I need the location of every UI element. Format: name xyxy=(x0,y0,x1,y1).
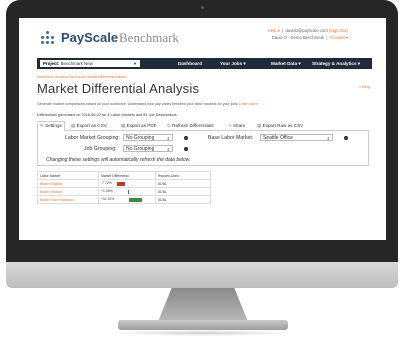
info-icon[interactable]: i xyxy=(184,136,188,140)
chevron-updown-icon: ⇕ xyxy=(166,136,170,141)
nav-dashboard[interactable]: Dashboard xyxy=(178,60,202,67)
pencil-icon: ✎ xyxy=(40,123,44,128)
description-text: Generate market comparisons based on you… xyxy=(37,102,239,106)
differential-bar xyxy=(116,181,126,186)
user-email: davido@payscale.com xyxy=(285,28,328,33)
differential-cell: +1.06% xyxy=(98,187,156,196)
monitor-stand xyxy=(157,288,249,322)
project-value: Benchmark New xyxy=(60,61,93,66)
sign-out-link[interactable]: (Sign Out) xyxy=(329,28,348,33)
job-grouping-select[interactable]: No Grouping ⇕ xyxy=(123,145,173,152)
export-csv-button[interactable]: ▤ Export as CSV xyxy=(71,122,107,130)
chevron-down-icon: ▼ xyxy=(133,61,137,66)
generated-info: Differentials generated on 2016-06-02 fo… xyxy=(37,113,178,117)
job-grouping-value: No Grouping xyxy=(126,146,155,152)
differential-table: Labor Market Market Differential Reports… xyxy=(37,171,211,204)
monitor-base xyxy=(118,320,288,330)
table-row: Branch Atlanta -7.72% 81/81 xyxy=(37,179,211,188)
export-pdf-button[interactable]: ▤ Export as PDF xyxy=(121,122,157,130)
learn-more-link[interactable]: Learn More xyxy=(239,102,257,106)
differential-bar xyxy=(127,189,129,194)
csv-file-icon: ▤ xyxy=(71,123,76,128)
page-title: Market Differential Analysis xyxy=(37,81,200,96)
info-icon[interactable]: i xyxy=(184,147,188,151)
logo-name[interactable]: PayScale xyxy=(61,30,118,45)
export-csv-label: Export as CSV xyxy=(76,123,107,128)
account-line: David O · Demo Benchmark | Account ▾ xyxy=(271,35,348,40)
project-selector[interactable]: Project: Benchmark New ▼ xyxy=(40,60,140,67)
differential-value: +11.31% xyxy=(101,197,115,202)
reports-used: 81/81 xyxy=(155,179,211,188)
nav-market-data[interactable]: Market Data ▾ xyxy=(271,60,301,67)
chevron-updown-icon: ⇕ xyxy=(326,136,330,141)
share-button[interactable]: < Share xyxy=(229,122,245,130)
pdf-file-icon: ▤ xyxy=(121,123,126,128)
job-grouping-label: Job Grouping: xyxy=(84,146,117,152)
top-bar: PayScale Benchmark Help ▾ | davido@paysc… xyxy=(19,18,386,56)
market-link[interactable]: Branch Atlanta xyxy=(37,179,99,188)
account-menu[interactable]: Account ▾ xyxy=(330,35,348,40)
payscale-logo-icon xyxy=(41,31,55,45)
column-header[interactable]: Market Differential xyxy=(98,171,156,180)
labor-market-grouping-value: No Grouping xyxy=(126,135,155,141)
help-link[interactable]: ? Help xyxy=(358,84,370,89)
refresh-icon: ↻ xyxy=(167,123,171,128)
project-label: Project: xyxy=(43,61,60,66)
monitor-chin xyxy=(6,262,398,288)
nav-strategy-analytics[interactable]: Strategy & Analytics ▾ xyxy=(312,60,360,67)
breadcrumb[interactable]: Dashboard › Analytics Launchpad › Market… xyxy=(37,75,126,79)
settings-note: Changing these settings will automatical… xyxy=(46,157,191,163)
export-raw-csv-button[interactable]: ▤ Export Raw as CSV xyxy=(257,122,303,130)
labor-market-grouping-label: Labor Market Grouping: xyxy=(65,135,120,141)
base-labor-market-select[interactable]: Seattle Office ⇕ xyxy=(260,134,333,141)
export-pdf-label: Export as PDF xyxy=(126,123,157,128)
export-raw-label: Export Raw as CSV xyxy=(262,123,304,128)
chevron-updown-icon: ⇕ xyxy=(166,147,170,152)
reports-used: 81/81 xyxy=(155,187,211,196)
differential-cell: -7.72% xyxy=(98,179,156,188)
user-company: David O · Demo Benchmark xyxy=(271,35,325,40)
labor-market-grouping-select[interactable]: No Grouping ⇕ xyxy=(123,134,173,141)
monitor-frame: PayScale Benchmark Help ▾ | davido@paysc… xyxy=(6,0,398,262)
refresh-label: Refresh Differentials xyxy=(172,123,214,128)
info-icon[interactable]: i xyxy=(344,136,348,140)
column-header[interactable]: Reports Used xyxy=(155,171,211,180)
camera-dot xyxy=(201,6,204,9)
table-row: Branch San Francisco +11.31% 81/81 xyxy=(37,195,211,204)
tab-settings-label: Settings xyxy=(45,123,62,128)
help-menu[interactable]: Help ▾ xyxy=(268,28,280,33)
main-nav: Project: Benchmark New ▼ Dashboard Your … xyxy=(37,58,372,69)
base-shadow xyxy=(110,330,296,336)
differential-bar xyxy=(129,197,142,202)
nav-your-jobs[interactable]: Your Jobs ▾ xyxy=(220,60,246,67)
column-header[interactable]: Labor Market xyxy=(37,171,99,180)
table-header-row: Labor Market Market Differential Reports… xyxy=(37,171,211,180)
logo-subtitle: Benchmark xyxy=(119,30,179,45)
base-labor-market-value: Seattle Office xyxy=(263,135,293,141)
page-description: Generate market comparisons based on you… xyxy=(37,102,258,106)
user-menu-line: Help ▾ | davido@payscale.com (Sign Out) xyxy=(267,28,348,33)
base-labor-market-label: Base Labor Market: xyxy=(208,135,254,141)
share-label: Share xyxy=(232,123,246,128)
screen: PayScale Benchmark Help ▾ | davido@paysc… xyxy=(19,18,386,240)
table-row: Branch Boston +1.06% 81/81 xyxy=(37,187,211,196)
differential-value: +1.06% xyxy=(101,189,113,194)
refresh-differentials-button[interactable]: ↻ Refresh Differentials xyxy=(167,122,214,130)
market-link[interactable]: Branch San Francisco xyxy=(37,195,99,204)
raw-file-icon: ▤ xyxy=(257,123,262,128)
differential-value: -7.72% xyxy=(101,181,112,186)
market-link[interactable]: Branch Boston xyxy=(37,187,99,196)
differential-cell: +11.31% xyxy=(98,195,156,204)
settings-panel: Labor Market Grouping: No Grouping ⇕ i B… xyxy=(37,130,369,166)
reports-used: 81/81 xyxy=(155,195,211,204)
share-icon: < xyxy=(229,123,232,128)
